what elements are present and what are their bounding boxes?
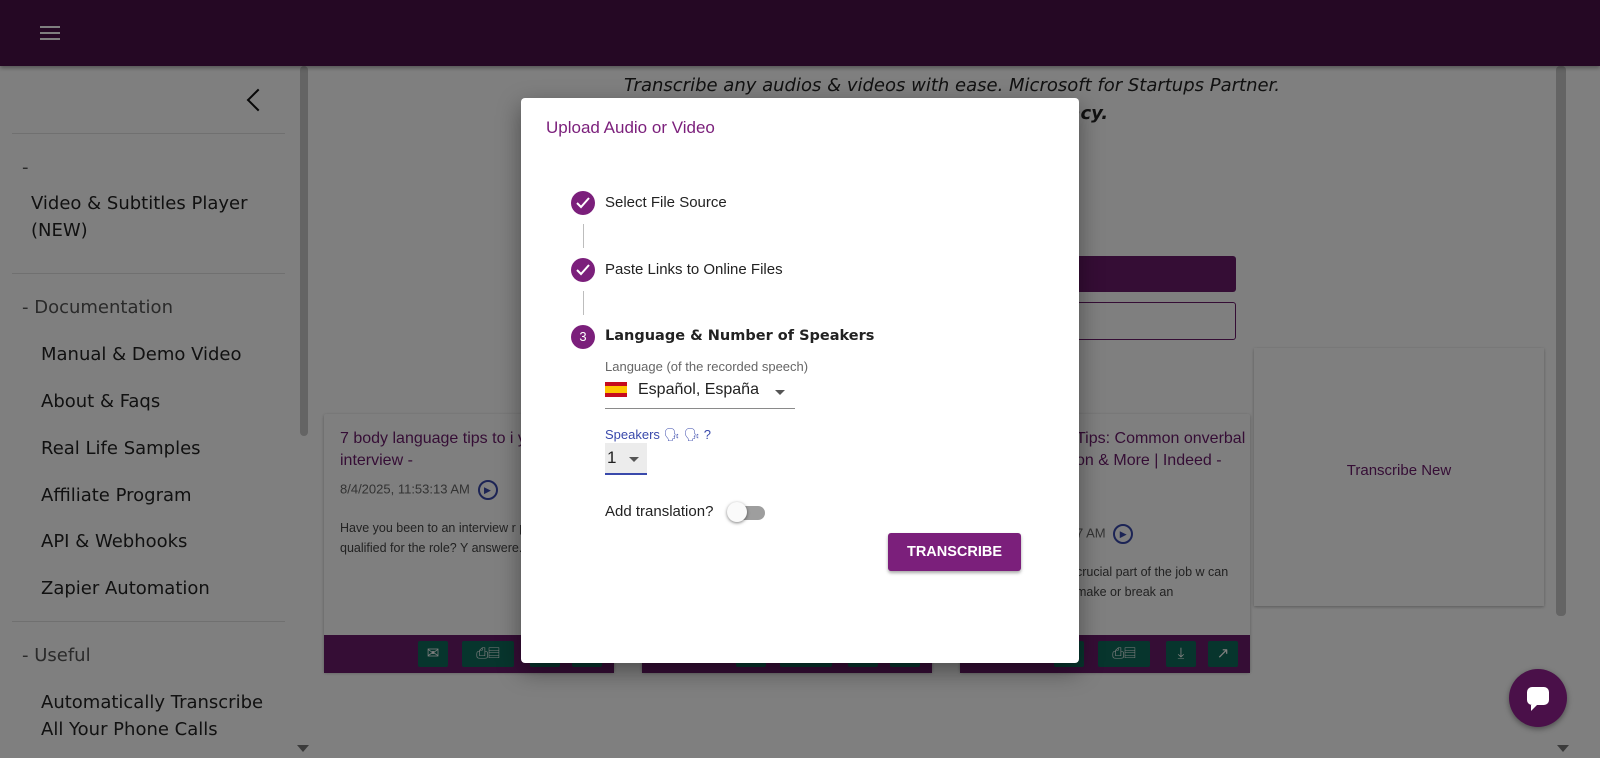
step-connector — [583, 224, 584, 248]
dialog-title: Upload Audio or Video — [546, 118, 715, 137]
speakers-select[interactable]: 1 — [605, 443, 647, 475]
step-label-paste-links[interactable]: Paste Links to Online Files — [605, 261, 783, 278]
translation-label: Add translation? — [605, 503, 714, 520]
speakers-label[interactable]: Speakers 🗣 🗣 ? — [605, 427, 711, 443]
step-completed-check-icon — [571, 258, 595, 282]
step-label-file-source[interactable]: Select File Source — [605, 194, 727, 211]
chat-bubble-icon — [1527, 687, 1549, 711]
language-label: Language (of the recorded speech) — [605, 359, 809, 374]
spain-flag-icon — [605, 382, 627, 397]
chevron-down-icon — [775, 390, 785, 395]
step-label-language: Language & Number of Speakers — [605, 328, 875, 344]
step-completed-check-icon — [571, 191, 595, 215]
language-value: Español, España — [638, 381, 759, 398]
upload-dialog: Upload Audio or Video Select File Source… — [521, 98, 1079, 663]
step-connector — [583, 291, 584, 315]
translation-toggle-thumb[interactable] — [727, 502, 747, 522]
step-number-badge: 3 — [571, 325, 595, 349]
chevron-down-icon — [629, 457, 639, 462]
speakers-value: 1 — [607, 448, 617, 467]
language-select[interactable]: Español, España — [605, 378, 795, 409]
chat-button[interactable] — [1509, 669, 1567, 727]
transcribe-button[interactable]: TRANSCRIBE — [888, 533, 1021, 571]
